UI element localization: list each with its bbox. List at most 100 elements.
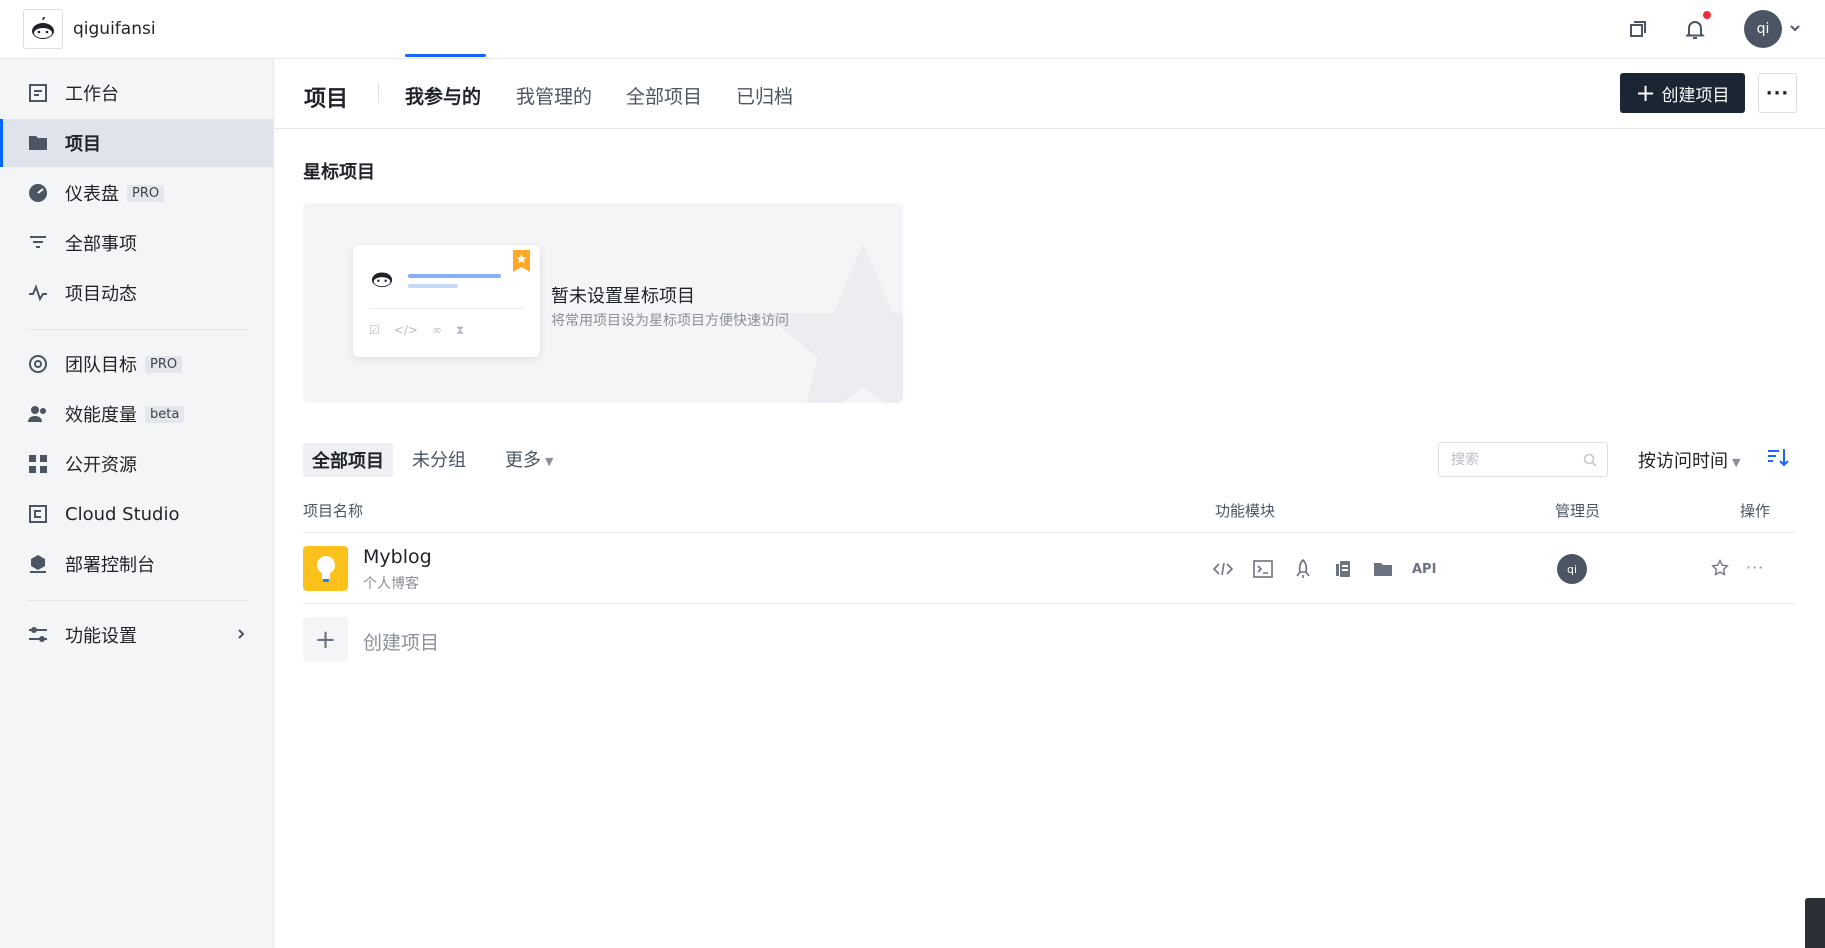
sort-label: 按访问时间 [1638,451,1728,472]
plus-icon: + [1635,79,1656,107]
terminal-icon[interactable] [1252,558,1274,580]
tab-archived[interactable]: 已归档 [736,82,793,109]
sidebar-item-label: 团队目标 [65,355,137,376]
sidebar-item-team-goals[interactable]: 团队目标 PRO [0,340,273,388]
row-more-icon[interactable]: ··· [1746,558,1764,577]
user-avatar[interactable]: qi [1744,10,1782,48]
tab-managed[interactable]: 我管理的 [516,82,592,109]
sort-dropdown[interactable]: 按访问时间 ▼ [1638,447,1740,473]
sidebar-item-activity[interactable]: 项目动态 [0,269,273,317]
settings-sliders-icon [29,627,47,642]
active-tab-indicator [405,54,486,57]
starred-empty-description: 将常用项目设为星标项目方便快速访问 [551,313,789,329]
main-header: 项目 我参与的 我管理的 全部项目 已归档 [274,59,1825,129]
mascot-logo-icon [371,272,393,288]
create-project-link[interactable]: 创建项目 [363,628,439,655]
star-icon[interactable] [1710,558,1730,578]
folder-icon [29,136,47,150]
title-divider [378,83,379,103]
project-modules: API [1212,558,1436,580]
sidebar-item-cloud-studio[interactable]: Cloud Studio [0,490,273,538]
pro-badge: PRO [127,184,165,202]
sidebar-item-label: 工作台 [65,84,119,105]
cloud-studio-icon [29,505,47,523]
chevron-right-icon [238,629,245,639]
create-project-plus-icon[interactable]: + [303,617,348,662]
sidebar-item-label: 功能设置 [65,626,137,647]
chevron-down-icon[interactable] [1788,21,1802,35]
tab-participating[interactable]: 我参与的 [405,82,481,109]
sidebar-item-label: 项目动态 [65,284,137,305]
code-icon: </> [393,323,418,337]
folder-icon[interactable] [1372,558,1394,580]
project-description: 个人博客 [363,576,419,592]
table-row-divider [303,603,1797,604]
search-box[interactable] [1438,442,1608,477]
lightbulb-icon [316,555,335,582]
team-logo[interactable] [23,9,63,49]
more-options-button[interactable]: ··· [1758,73,1797,113]
column-header-name: 项目名称 [303,502,364,520]
placeholder-divider [369,308,524,309]
admin-avatar[interactable]: qi [1557,554,1587,584]
filter-more-label: 更多 [505,450,541,471]
bookmark-star-icon [513,250,530,272]
filter-tab-ungrouped[interactable]: 未分组 [412,446,466,472]
top-bar: qiguifansi qi [0,0,1825,59]
doc-icon[interactable] [1332,558,1354,580]
link-icon: ∞ [431,323,442,337]
sidebar-item-label: 全部事项 [65,234,137,255]
bell-icon[interactable] [1683,17,1707,41]
sidebar-item-all-issues[interactable]: 全部事项 [0,219,273,267]
sidebar-item-label: 公开资源 [65,455,137,476]
sort-desc-icon[interactable] [1766,446,1790,470]
users-icon [28,406,46,422]
sidebar-item-dashboard[interactable]: 仪表盘 PRO [0,169,273,217]
beta-badge: beta [145,405,185,423]
workbench-icon [29,84,47,102]
sidebar-item-public-resources[interactable]: 公开资源 [0,440,273,488]
sidebar-item-metrics[interactable]: 效能度量 beta [0,390,273,438]
sidebar-item-label: 效能度量 [65,405,137,426]
project-name[interactable]: Myblog [363,546,432,568]
activity-icon [29,284,47,302]
placeholder-module-icons: ☑ </> ∞ ⧗ [369,323,464,338]
hourglass-icon: ⧗ [455,323,465,337]
table-divider [303,532,1797,533]
api-module[interactable]: API [1412,562,1436,577]
placeholder-line [408,274,501,278]
grid-icon [29,455,47,473]
sidebar-item-label: Cloud Studio [65,503,180,525]
corner-widget[interactable] [1805,898,1825,948]
starred-empty-title: 暂未设置星标项目 [551,286,695,307]
tab-all-projects[interactable]: 全部项目 [626,82,702,109]
code-icon[interactable] [1212,558,1234,580]
sidebar-item-deploy-console[interactable]: 部署控制台 [0,540,273,588]
sidebar-item-feature-settings[interactable]: 功能设置 [0,611,273,659]
page-title: 项目 [304,87,349,112]
dashboard-icon [29,184,47,202]
pro-badge: PRO [145,355,183,373]
sidebar-item-label: 项目 [65,134,101,155]
sidebar-item-label: 部署控制台 [65,555,155,576]
filter-tab-more[interactable]: 更多 ▼ [505,446,553,472]
caret-down-icon: ▼ [545,454,554,468]
checkbox-icon: ☑ [369,323,380,337]
create-project-button[interactable]: + 创建项目 [1620,73,1745,113]
target-icon [29,355,47,373]
notification-dot [1703,11,1711,19]
caret-down-icon: ▼ [1732,455,1741,469]
search-input[interactable] [1451,443,1581,476]
starred-section-title: 星标项目 [303,162,375,183]
sidebar-divider [27,600,248,601]
project-icon[interactable] [303,546,348,591]
rocket-icon[interactable] [1292,558,1314,580]
create-project-label: 创建项目 [1661,85,1730,106]
mascot-logo-icon [32,17,54,39]
copy-icon[interactable] [1626,17,1650,41]
sidebar-item-workbench[interactable]: 工作台 [0,69,273,117]
filter-tab-all[interactable]: 全部项目 [303,443,393,477]
column-header-modules: 功能模块 [1215,502,1276,520]
team-name[interactable]: qiguifansi [73,19,156,39]
sidebar-item-projects[interactable]: 项目 [0,119,273,167]
